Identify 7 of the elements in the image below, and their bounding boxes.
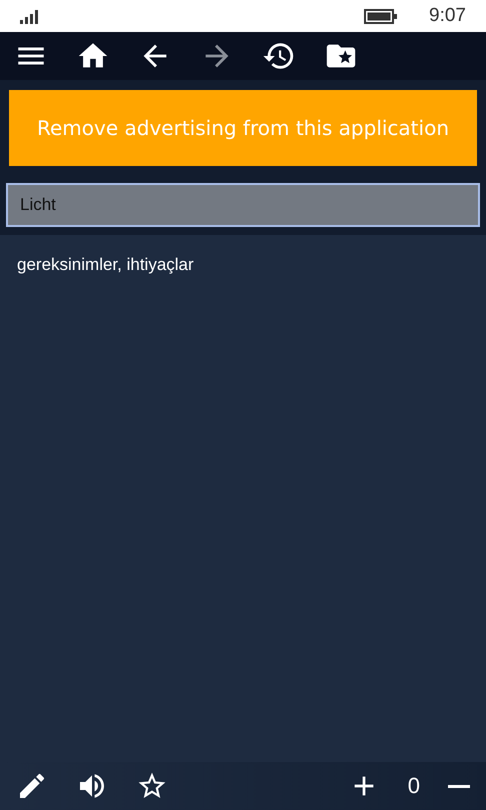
clock-time: 9:07 bbox=[429, 5, 466, 27]
translation-text: gereksinimler, ihtiyaçlar bbox=[17, 255, 195, 275]
decrease-button[interactable] bbox=[448, 784, 470, 788]
counter-value: 0 bbox=[408, 773, 420, 799]
battery-icon bbox=[364, 8, 398, 24]
minus-icon bbox=[448, 784, 470, 788]
search-field[interactable]: Licht bbox=[6, 183, 480, 227]
